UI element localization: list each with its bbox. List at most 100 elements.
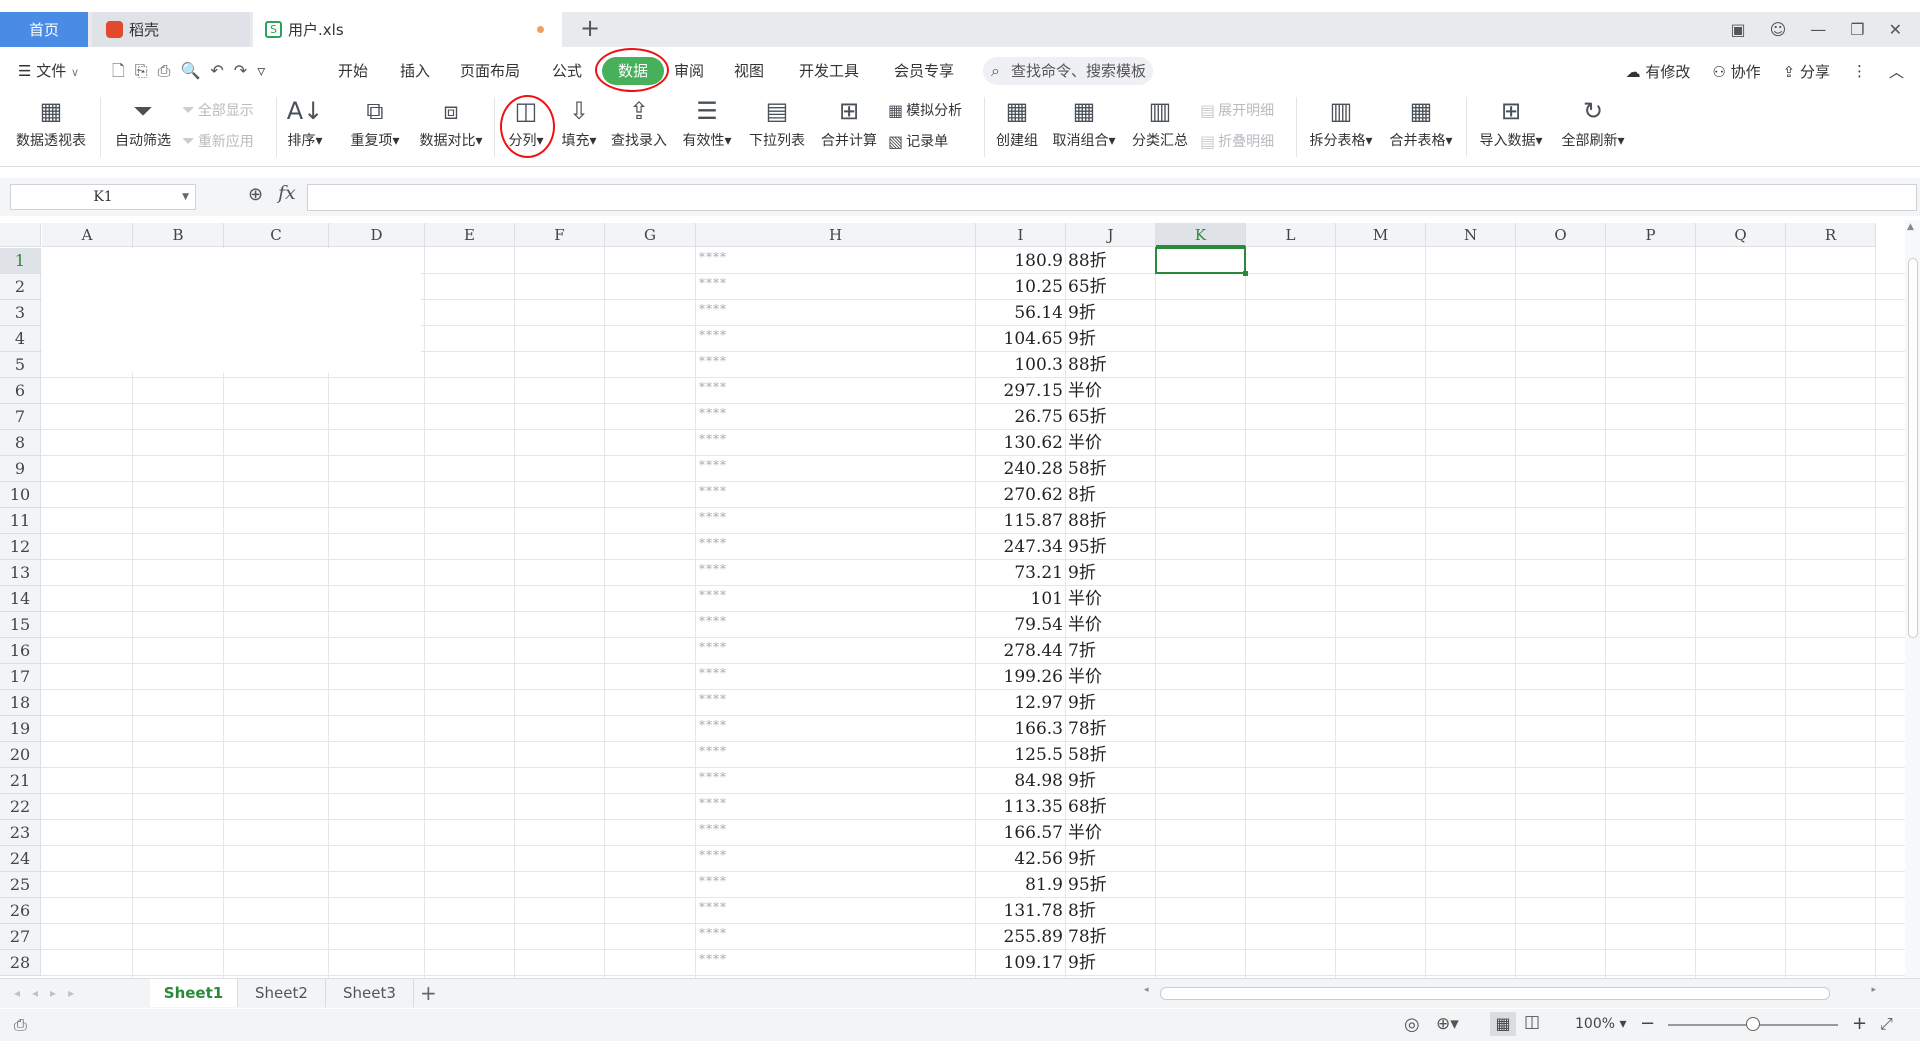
- sheet-tab-3[interactable]: Sheet3: [326, 979, 414, 1007]
- cell-price[interactable]: 270.62: [976, 483, 1063, 507]
- cell-discount[interactable]: 65折: [1068, 275, 1107, 299]
- zoom-out-icon[interactable]: −: [1640, 1013, 1655, 1034]
- menu-formula[interactable]: 公式: [552, 51, 582, 91]
- normal-view-icon[interactable]: ▦: [1490, 1012, 1516, 1036]
- sheet-tab-1[interactable]: Sheet1: [150, 979, 238, 1007]
- page-view-icon[interactable]: ◫: [1524, 1012, 1540, 1032]
- cell-discount[interactable]: 58折: [1068, 457, 1107, 481]
- consolidate-button[interactable]: ⊞ 合并计算: [816, 91, 882, 163]
- cell-price[interactable]: 113.35: [976, 795, 1063, 819]
- ungroup-button[interactable]: ▦ 取消组合▾: [1048, 91, 1120, 163]
- cell-h-masked[interactable]: ****: [699, 562, 727, 576]
- cell-discount[interactable]: 58折: [1068, 743, 1107, 767]
- column-header-g[interactable]: G: [605, 223, 696, 247]
- subtotal-button[interactable]: ▥ 分类汇总: [1126, 91, 1194, 163]
- row-header-7[interactable]: 7: [0, 404, 41, 430]
- sheet-tab-2[interactable]: Sheet2: [238, 979, 326, 1007]
- cell-h-masked[interactable]: ****: [699, 354, 727, 368]
- restore-icon[interactable]: ❐: [1850, 20, 1864, 39]
- cell-price[interactable]: 255.89: [976, 925, 1063, 949]
- cell-price[interactable]: 240.28: [976, 457, 1063, 481]
- eye-protection-icon[interactable]: ◎: [1404, 1014, 1420, 1035]
- cell-discount[interactable]: 9折: [1068, 847, 1096, 871]
- sort-button[interactable]: A↓ 排序▾: [282, 91, 328, 163]
- cell-price[interactable]: 26.75: [976, 405, 1063, 429]
- scroll-left-icon[interactable]: ◂: [1144, 985, 1149, 995]
- menu-insert[interactable]: 插入: [400, 51, 430, 91]
- quick-access-toolbar[interactable]: 🗋⎘⎙🔍↶↷▿: [112, 51, 275, 91]
- menu-member[interactable]: 会员专享: [894, 51, 954, 91]
- vertical-scrollbar[interactable]: ▲: [1905, 220, 1920, 990]
- row-header-10[interactable]: 10: [0, 482, 41, 508]
- column-header-m[interactable]: M: [1336, 223, 1426, 247]
- cell-discount[interactable]: 78折: [1068, 925, 1107, 949]
- merge-table-button[interactable]: ▦ 合并表格▾: [1384, 91, 1458, 163]
- cell-h-masked[interactable]: ****: [699, 822, 727, 836]
- record-form-button[interactable]: ▧ 记录单: [888, 131, 948, 151]
- minimize-icon[interactable]: —: [1810, 20, 1826, 39]
- cell-discount[interactable]: 半价: [1068, 613, 1102, 637]
- menu-dev-tools[interactable]: 开发工具: [799, 51, 859, 91]
- show-all-button[interactable]: ⏷ 全部显示: [182, 100, 254, 120]
- create-group-button[interactable]: ▦ 创建组: [990, 91, 1044, 163]
- cell-discount[interactable]: 半价: [1068, 431, 1102, 455]
- cell-h-masked[interactable]: ****: [699, 770, 727, 784]
- cell-discount[interactable]: 9折: [1068, 769, 1096, 793]
- cell-discount[interactable]: 88折: [1068, 249, 1107, 273]
- cell-discount[interactable]: 半价: [1068, 379, 1102, 403]
- vertical-scroll-thumb[interactable]: [1908, 258, 1918, 638]
- row-header-26[interactable]: 26: [0, 898, 41, 924]
- row-header-21[interactable]: 21: [0, 768, 41, 794]
- cell-price[interactable]: 247.34: [976, 535, 1063, 559]
- cell-discount[interactable]: 68折: [1068, 795, 1107, 819]
- selected-cell-k1[interactable]: [1155, 247, 1248, 276]
- row-header-12[interactable]: 12: [0, 534, 41, 560]
- tab-home[interactable]: 首页: [0, 12, 88, 47]
- row-header-16[interactable]: 16: [0, 638, 41, 664]
- cell-price[interactable]: 12.97: [976, 691, 1063, 715]
- row-header-28[interactable]: 28: [0, 950, 41, 976]
- cell-h-masked[interactable]: ****: [699, 432, 727, 446]
- column-header-o[interactable]: O: [1516, 223, 1606, 247]
- cell-h-masked[interactable]: ****: [699, 796, 727, 810]
- cell-price[interactable]: 101: [976, 587, 1063, 611]
- zoom-slider-knob[interactable]: [1746, 1017, 1760, 1031]
- duplicates-button[interactable]: ⧉ 重复项▾: [340, 91, 410, 163]
- cell-price[interactable]: 81.9: [976, 873, 1063, 897]
- cell-price[interactable]: 79.54: [976, 613, 1063, 637]
- column-header-l[interactable]: L: [1246, 223, 1336, 247]
- row-header-9[interactable]: 9: [0, 456, 41, 482]
- cell-discount[interactable]: 8折: [1068, 899, 1096, 923]
- cell-price[interactable]: 166.3: [976, 717, 1063, 741]
- insert-function-button[interactable]: fx: [278, 182, 296, 204]
- cell-discount[interactable]: 9折: [1068, 561, 1096, 585]
- row-header-27[interactable]: 27: [0, 924, 41, 950]
- cell-price[interactable]: 115.87: [976, 509, 1063, 533]
- pivot-table-button[interactable]: ▦ 数据透视表: [8, 91, 94, 163]
- cell-discount[interactable]: 88折: [1068, 509, 1107, 533]
- row-header-22[interactable]: 22: [0, 794, 41, 820]
- row-header-3[interactable]: 3: [0, 300, 41, 326]
- column-header-r[interactable]: R: [1786, 223, 1876, 247]
- row-header-13[interactable]: 13: [0, 560, 41, 586]
- autofilter-button[interactable]: ⏷ 自动筛选: [108, 91, 178, 163]
- cell-h-masked[interactable]: ****: [699, 744, 727, 758]
- cell-h-masked[interactable]: ****: [699, 328, 727, 342]
- validity-button[interactable]: ☰ 有效性▾: [676, 91, 738, 163]
- cell-h-masked[interactable]: ****: [699, 536, 727, 550]
- cell-price[interactable]: 104.65: [976, 327, 1063, 351]
- cell-h-masked[interactable]: ****: [699, 874, 727, 888]
- row-header-11[interactable]: 11: [0, 508, 41, 534]
- fill-button[interactable]: ⇩ 填充▾: [556, 91, 602, 163]
- refresh-all-button[interactable]: ↻ 全部刷新▾: [1556, 91, 1630, 163]
- cell-discount[interactable]: 95折: [1068, 535, 1107, 559]
- column-header-d[interactable]: D: [329, 223, 425, 247]
- column-header-q[interactable]: Q: [1696, 223, 1786, 247]
- reapply-button[interactable]: ⏷ 重新应用: [182, 131, 254, 151]
- data-compare-button[interactable]: ⧈ 数据对比▾: [414, 91, 488, 163]
- zoom-level[interactable]: 100% ▾: [1575, 1016, 1627, 1032]
- avatar[interactable]: ☺: [1770, 20, 1787, 39]
- row-header-8[interactable]: 8: [0, 430, 41, 456]
- cell-h-masked[interactable]: ****: [699, 640, 727, 654]
- fullscreen-icon[interactable]: ⤢: [1880, 1014, 1893, 1034]
